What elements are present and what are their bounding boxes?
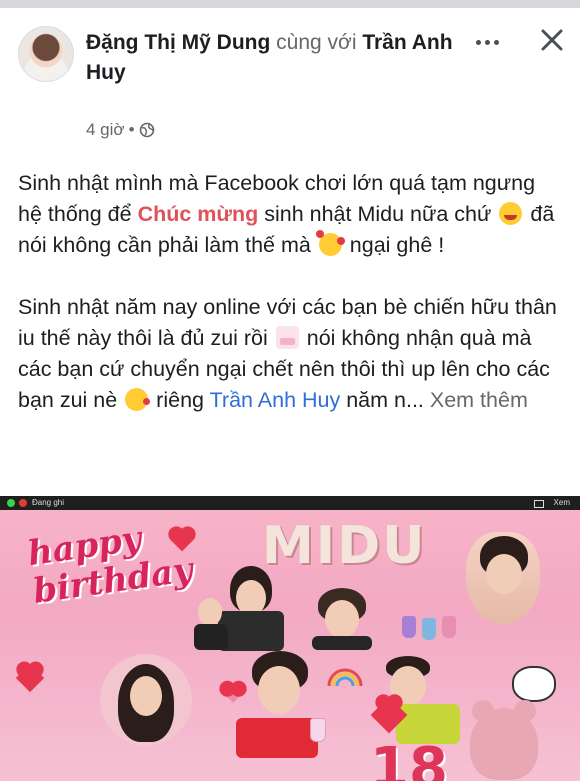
heart-icon — [15, 663, 45, 693]
recording-label: Đang ghi — [32, 498, 65, 507]
midu-title: MIDU — [262, 516, 427, 576]
highlight-text: Chúc mừng — [137, 202, 259, 226]
post-paragraph-2: Sinh nhật năm nay online với các bạn bè … — [18, 295, 557, 412]
heart-icon — [223, 683, 243, 703]
kissing-face-emoji — [125, 388, 151, 411]
post-meta: 4 giờ • — [86, 120, 155, 140]
record-icon — [19, 499, 27, 507]
post-body: Sinh nhật mình mà Facebook chơi lớn quá … — [18, 168, 563, 447]
post-photo[interactable]: Đang ghi Xem happy birthday MIDU 18 — [0, 496, 580, 781]
grid-view-icon — [534, 500, 544, 508]
shield-icon — [7, 499, 15, 507]
drink-cup-icon — [422, 618, 436, 640]
post-time[interactable]: 4 giờ — [86, 120, 125, 140]
author-name[interactable]: Đặng Thị Mỹ Dung — [86, 31, 270, 54]
with-text: cùng với — [276, 31, 357, 54]
tagged-link[interactable]: Trần Anh Huy — [210, 388, 341, 412]
squinting-face-emoji — [499, 202, 523, 225]
birthday-cake-emoji — [275, 326, 299, 349]
number-18: 18 — [370, 736, 448, 781]
participant-face — [325, 600, 359, 638]
rainbow-icon — [327, 668, 363, 687]
facebook-post: Đặng Thị Mỹ Dung cùng với Trần Anh Huy 4… — [0, 8, 580, 781]
see-more-link[interactable]: Xem thêm — [430, 388, 528, 412]
globe-icon[interactable] — [139, 122, 155, 138]
drink-cup-icon — [442, 616, 456, 638]
view-label: Xem — [553, 498, 570, 507]
participant-face — [258, 666, 300, 714]
portrait-face — [486, 554, 522, 594]
participant-shirt — [236, 718, 318, 758]
close-icon[interactable] — [538, 26, 566, 54]
smiling-face-hearts-emoji — [315, 230, 345, 256]
post-header: Đặng Thị Mỹ Dung cùng với Trần Anh Huy — [86, 28, 466, 88]
participant-face — [130, 676, 162, 716]
participant-face — [198, 598, 222, 626]
drink-cup-icon — [402, 616, 416, 638]
more-options-icon[interactable] — [470, 32, 504, 52]
author-avatar[interactable] — [18, 26, 74, 82]
hello-kitty-sticker — [512, 666, 556, 702]
teddy-bear-sticker — [470, 700, 538, 780]
drink-cup-icon — [310, 718, 326, 742]
participant-tile — [312, 636, 372, 650]
post-paragraph-1: Sinh nhật mình mà Facebook chơi lớn quá … — [18, 171, 555, 257]
meta-separator: • — [128, 120, 135, 139]
recording-bar: Đang ghi Xem — [0, 496, 580, 510]
top-strip — [0, 0, 580, 8]
participant-tile — [194, 624, 228, 650]
